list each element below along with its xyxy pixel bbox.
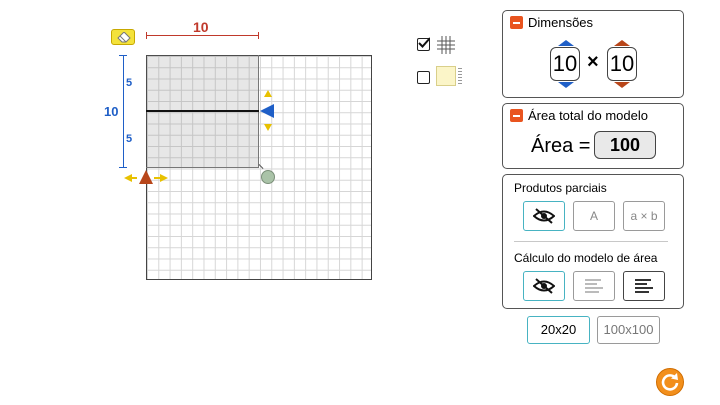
left-dimension-tick xyxy=(119,55,127,56)
list-light-icon xyxy=(585,279,603,293)
paper-background-checkbox[interactable] xyxy=(417,71,430,84)
left-bottom-part-label: 5 xyxy=(126,133,133,145)
row-split-handle[interactable] xyxy=(260,104,274,118)
reset-icon xyxy=(661,373,679,391)
collapse-dimensions-button[interactable] xyxy=(510,16,523,29)
arrow-right-icon xyxy=(160,174,168,182)
partial-calculation-button[interactable] xyxy=(573,271,615,301)
left-top-part-label: 5 xyxy=(126,77,133,89)
dimensions-panel: Dimensões 10 × 10 xyxy=(502,10,684,98)
list-dark-icon xyxy=(635,279,653,293)
hide-calculation-button[interactable] xyxy=(523,271,565,301)
reset-button[interactable] xyxy=(656,368,684,396)
top-dimension-bracket xyxy=(146,32,259,41)
checkmark-icon xyxy=(418,37,430,48)
total-area-title: Área total do modelo xyxy=(528,108,648,123)
arrow-up-icon xyxy=(264,90,272,97)
left-total-label: 10 xyxy=(104,104,119,119)
column-split-handle[interactable] xyxy=(139,170,153,184)
total-area-panel: Área total do modelo Área = 100 xyxy=(502,103,684,169)
show-labels-button[interactable]: A xyxy=(573,201,615,231)
grid-size-100-button[interactable]: 100x100 xyxy=(597,316,660,344)
left-dimension-line xyxy=(123,55,124,168)
rows-increase-button[interactable] xyxy=(558,40,574,46)
dimensions-title: Dimensões xyxy=(528,15,594,30)
arrow-down-icon xyxy=(264,124,272,131)
area-label: Área = xyxy=(531,135,591,157)
calculation-title: Cálculo do modelo de área xyxy=(514,251,658,265)
rows-stepper[interactable]: 10 xyxy=(550,47,580,81)
grid-size-20-button[interactable]: 20x20 xyxy=(527,316,590,344)
area-value: 100 xyxy=(594,131,656,159)
notepad-binding xyxy=(458,68,462,85)
eraser-button[interactable] xyxy=(111,29,135,45)
arrow-left-icon xyxy=(124,174,132,182)
notepad-icon xyxy=(436,66,456,86)
collapse-area-button[interactable] xyxy=(510,109,523,122)
cols-decrease-button[interactable] xyxy=(614,82,630,88)
full-calculation-button[interactable] xyxy=(623,271,665,301)
rows-decrease-button[interactable] xyxy=(558,82,574,88)
row-split-line[interactable] xyxy=(146,110,259,112)
eye-off-icon xyxy=(532,278,556,294)
show-grid-checkbox[interactable] xyxy=(417,37,430,51)
hide-partial-products-button[interactable] xyxy=(523,201,565,231)
top-dimension-label: 10 xyxy=(193,19,209,35)
resize-corner-handle[interactable] xyxy=(261,170,275,184)
partial-products-title: Produtos parciais xyxy=(514,181,607,195)
eraser-icon xyxy=(117,32,131,43)
panel-divider xyxy=(514,241,668,242)
left-dimension-tick xyxy=(119,167,127,168)
grid-icon xyxy=(437,36,455,54)
show-products-button[interactable]: a × b xyxy=(623,201,665,231)
eye-off-icon xyxy=(532,208,556,224)
times-symbol: × xyxy=(587,51,599,73)
cols-stepper[interactable]: 10 xyxy=(607,47,637,81)
cols-increase-button[interactable] xyxy=(614,40,630,46)
